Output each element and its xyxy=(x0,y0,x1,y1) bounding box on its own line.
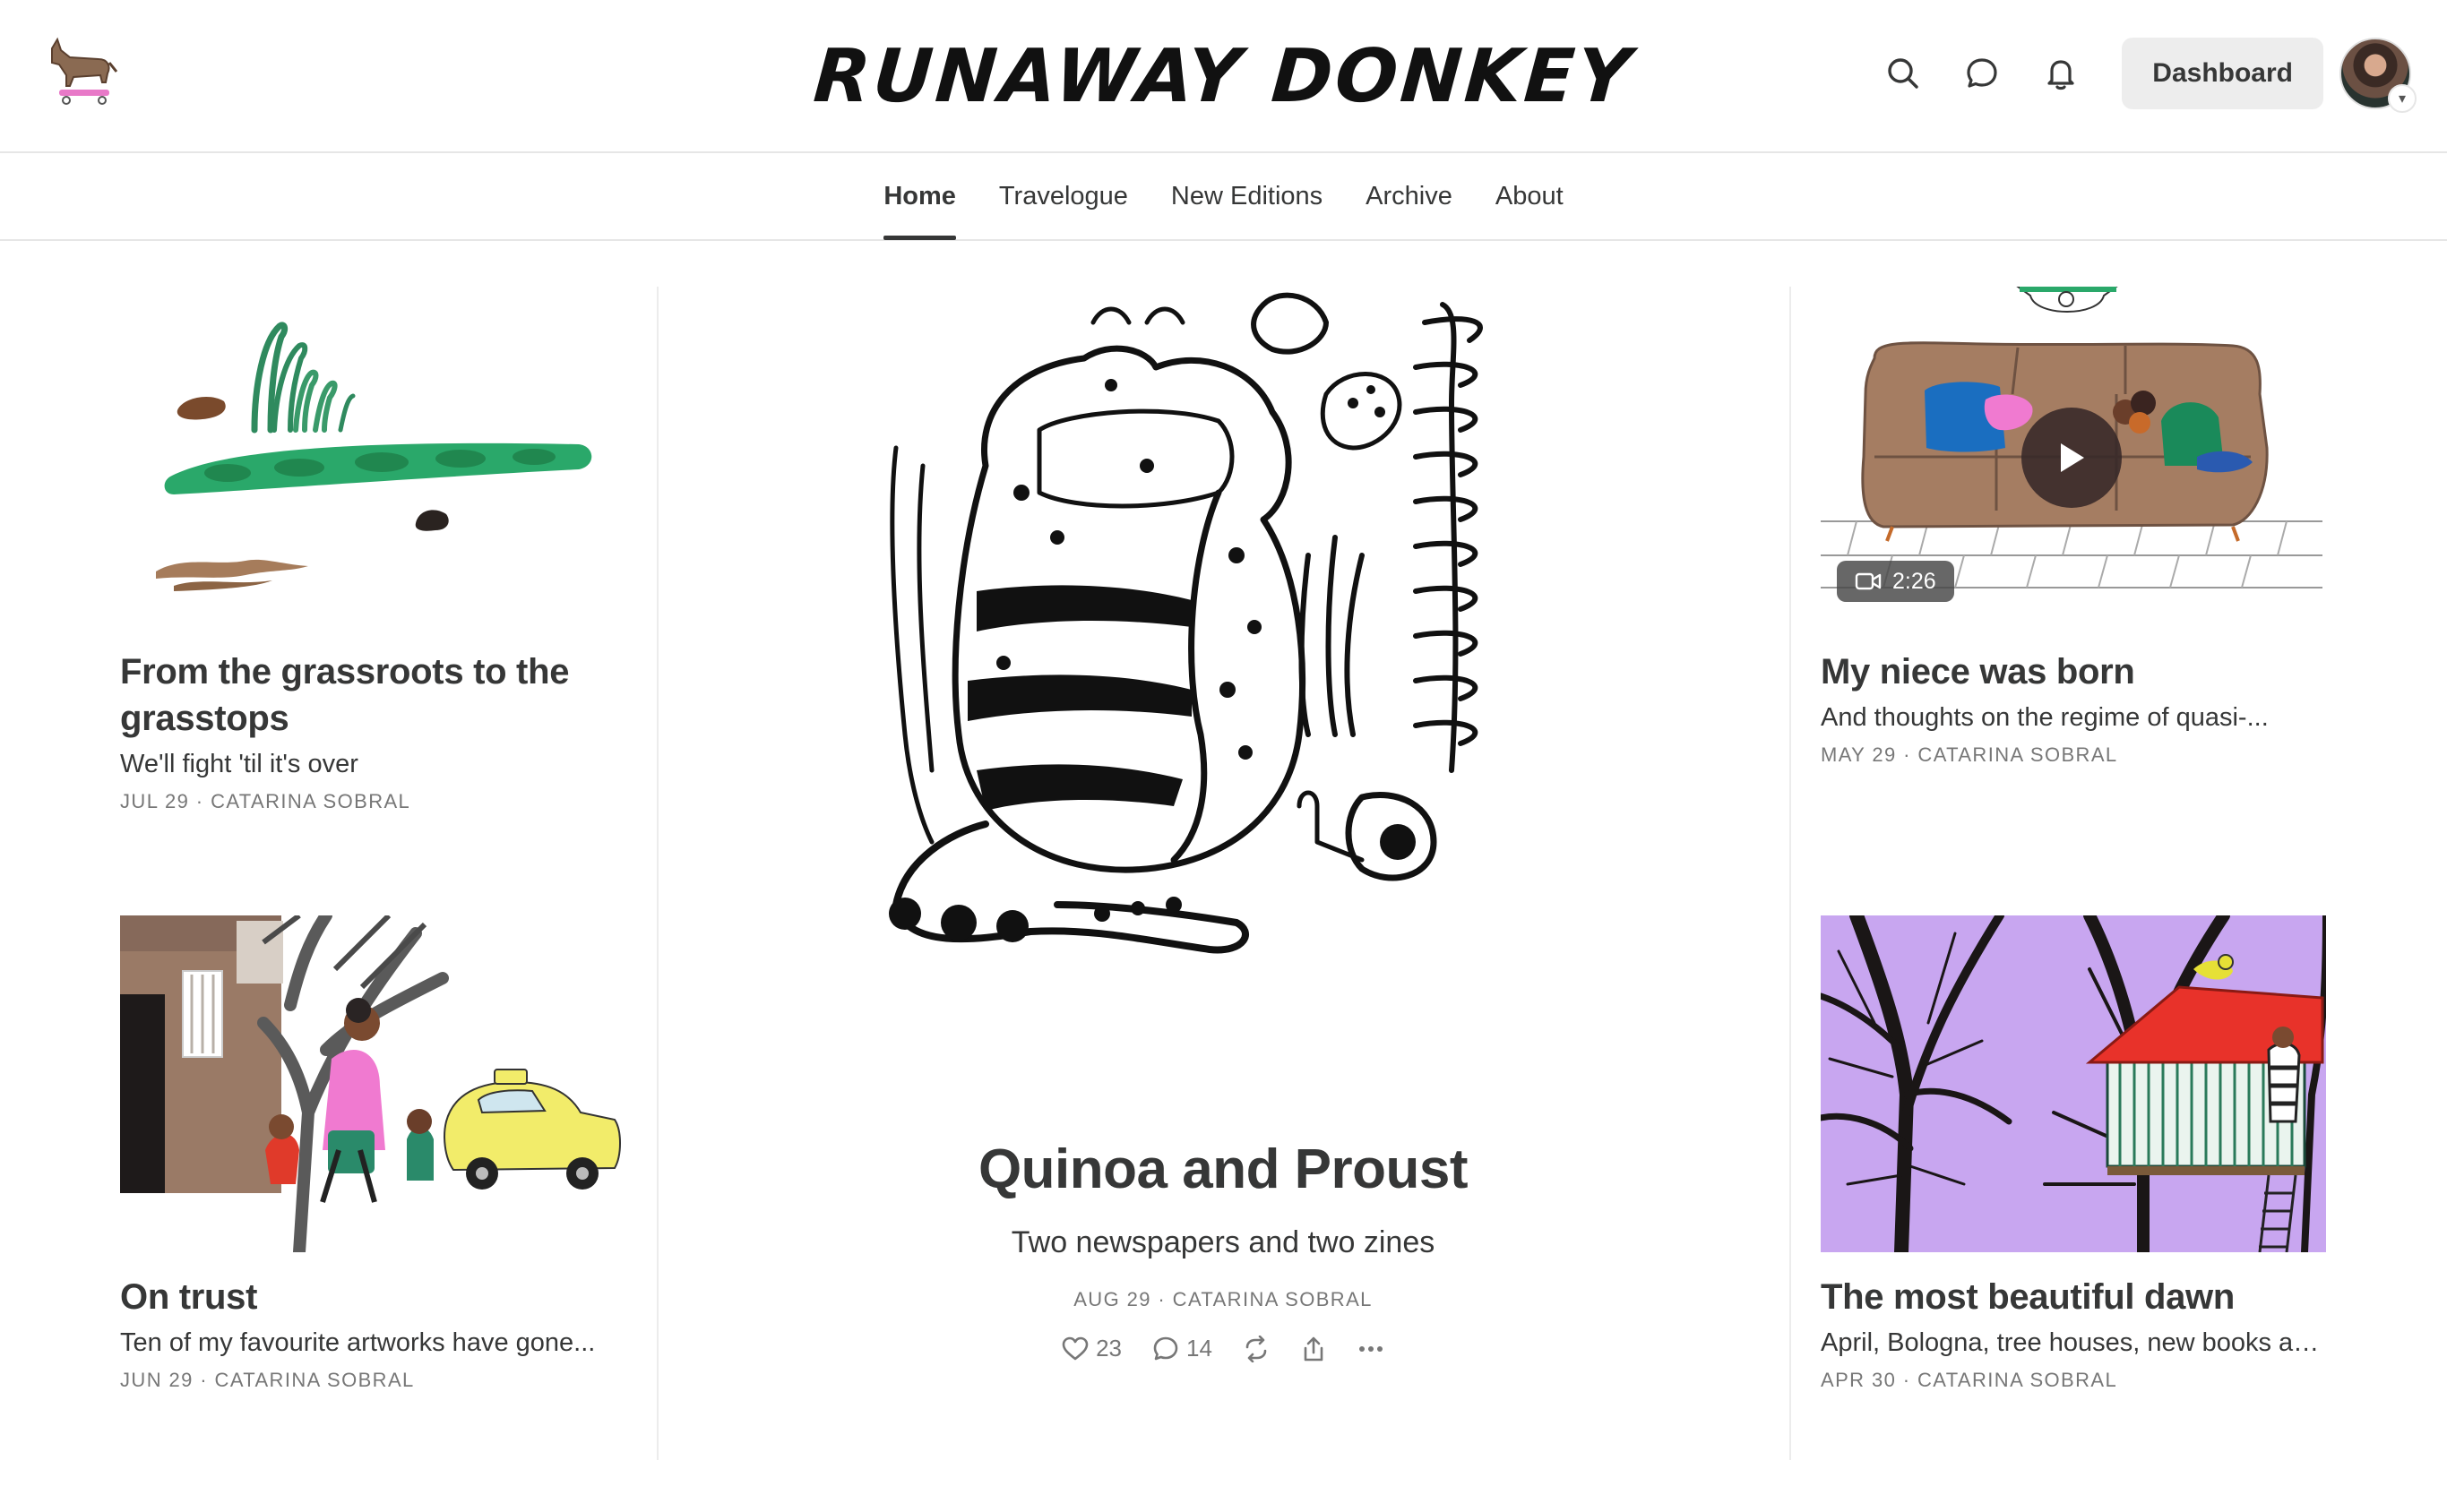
post-author[interactable]: CATARINA SOBRAL xyxy=(215,1369,415,1391)
restack-icon xyxy=(1245,1335,1267,1362)
post-title[interactable]: From the grassroots to the grasstops xyxy=(120,649,622,742)
restack-button[interactable] xyxy=(1243,1335,1270,1362)
post-title[interactable]: My niece was born xyxy=(1821,649,2326,695)
nav-item-home[interactable]: Home xyxy=(883,152,956,240)
column-divider xyxy=(657,287,659,1460)
post-card-beautiful-dawn[interactable]: The most beautiful dawn April, Bologna, … xyxy=(1821,915,2326,1392)
column-divider xyxy=(1789,287,1791,1460)
post-meta: MAY 29 · CATARINA SOBRAL xyxy=(1821,743,2326,767)
play-button[interactable] xyxy=(2021,408,2122,508)
post-card-niece-born[interactable]: 2:26 My niece was born And thoughts on t… xyxy=(1821,287,2326,767)
meta-separator: · xyxy=(1896,743,1918,766)
like-count: 23 xyxy=(1096,1335,1122,1362)
header-actions: Dashboard ▾ xyxy=(1864,38,2417,113)
post-title[interactable]: On trust xyxy=(120,1274,622,1320)
meta-separator: · xyxy=(1150,1288,1173,1310)
play-icon xyxy=(2061,443,2084,472)
bell-icon[interactable] xyxy=(2021,38,2100,109)
ellipsis-icon xyxy=(1358,1345,1383,1352)
video-duration-badge: 2:26 xyxy=(1837,561,1954,602)
meta-separator: · xyxy=(1896,1369,1917,1391)
feature-illustration[interactable] xyxy=(878,287,1559,994)
feature-post-actions: 23 14 xyxy=(659,1335,1788,1362)
meta-separator: · xyxy=(189,790,211,812)
heart-icon xyxy=(1062,1336,1089,1360)
nav-item-archive[interactable]: Archive xyxy=(1366,152,1452,240)
feature-post-title[interactable]: Quinoa and Proust xyxy=(659,1138,1788,1201)
post-card-on-trust[interactable]: On trust Ten of my favourite artworks ha… xyxy=(120,915,622,1392)
chevron-down-icon: ▾ xyxy=(2388,84,2417,113)
nav-item-about[interactable]: About xyxy=(1495,152,1564,240)
post-subtitle: And thoughts on the regime of quasi-... xyxy=(1821,703,2269,732)
share-icon xyxy=(1304,1336,1323,1361)
comment-icon xyxy=(1153,1336,1178,1360)
post-author[interactable]: CATARINA SOBRAL xyxy=(1917,1369,2117,1391)
share-button[interactable] xyxy=(1300,1336,1327,1362)
feature-post-meta: AUG 29 · CATARINA SOBRAL xyxy=(659,1288,1788,1311)
post-subtitle: We'll fight 'til it's over xyxy=(120,750,358,778)
post-thumbnail[interactable] xyxy=(120,287,622,618)
post-date: AUG 29 xyxy=(1073,1288,1151,1310)
feature-post-subtitle: Two newspapers and two zines xyxy=(1011,1225,1435,1259)
post-meta: JUL 29 · CATARINA SOBRAL xyxy=(120,790,622,813)
post-date: JUL 29 xyxy=(120,790,190,812)
post-date: APR 30 xyxy=(1821,1369,1897,1391)
comment-count: 14 xyxy=(1186,1335,1212,1362)
post-date: JUN 29 xyxy=(120,1369,194,1391)
post-author[interactable]: CATARINA SOBRAL xyxy=(1173,1288,1373,1310)
post-subtitle: Ten of my favourite artworks have gone..… xyxy=(120,1328,596,1357)
meta-separator: · xyxy=(193,1369,215,1391)
post-thumbnail[interactable] xyxy=(120,915,622,1252)
chat-icon[interactable] xyxy=(1943,38,2021,109)
video-duration: 2:26 xyxy=(1892,568,1936,594)
post-video-thumbnail[interactable]: 2:26 xyxy=(1821,287,2326,618)
nav-item-travelogue[interactable]: Travelogue xyxy=(999,152,1128,240)
dashboard-button[interactable]: Dashboard xyxy=(2122,38,2323,109)
nav-item-new-editions[interactable]: New Editions xyxy=(1171,152,1323,240)
video-camera-icon xyxy=(1855,572,1882,590)
post-subtitle: April, Bologna, tree houses, new books a… xyxy=(1821,1328,2326,1357)
site-header: RUNAWAY DONKEY Dashboard ▾ xyxy=(0,0,2447,153)
post-title[interactable]: The most beautiful dawn xyxy=(1821,1274,2326,1320)
comment-button[interactable]: 14 xyxy=(1152,1335,1212,1362)
user-avatar[interactable]: ▾ xyxy=(2339,38,2417,113)
post-meta: APR 30 · CATARINA SOBRAL xyxy=(1821,1369,2326,1392)
post-author[interactable]: CATARINA SOBRAL xyxy=(211,790,410,812)
post-meta: JUN 29 · CATARINA SOBRAL xyxy=(120,1369,622,1392)
post-author[interactable]: CATARINA SOBRAL xyxy=(1917,743,2117,766)
like-button[interactable]: 23 xyxy=(1062,1335,1122,1362)
primary-nav: Home Travelogue New Editions Archive Abo… xyxy=(0,153,2447,241)
search-icon[interactable] xyxy=(1864,38,1943,109)
more-options-button[interactable] xyxy=(1357,1344,1384,1353)
post-date: MAY 29 xyxy=(1821,743,1897,766)
post-card-grassroots[interactable]: From the grassroots to the grasstops We'… xyxy=(120,287,622,813)
post-thumbnail[interactable] xyxy=(1821,915,2326,1252)
